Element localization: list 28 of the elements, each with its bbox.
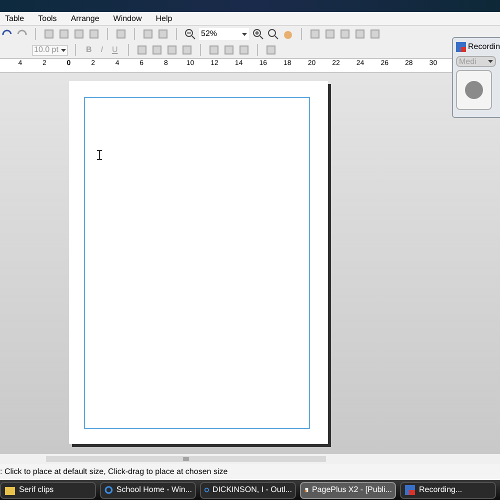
recorder-icon bbox=[456, 42, 466, 52]
status-text: : Click to place at default size, Click-drag to place at chosen size bbox=[0, 466, 228, 478]
menu-item[interactable]: Tools bbox=[38, 12, 57, 24]
search-icon[interactable] bbox=[267, 28, 279, 40]
menu-item[interactable]: Arrange bbox=[70, 12, 100, 24]
caret-icon bbox=[242, 32, 247, 36]
record-button[interactable] bbox=[456, 70, 492, 110]
taskbar-button[interactable]: Recording... bbox=[400, 482, 496, 498]
browser-icon bbox=[104, 484, 114, 496]
zoom-field[interactable]: 52% bbox=[199, 28, 249, 40]
menu-item[interactable]: Help bbox=[156, 12, 172, 24]
recorder-icon bbox=[404, 484, 416, 496]
grip-icon bbox=[183, 457, 189, 461]
menu-item[interactable]: Window bbox=[113, 12, 142, 24]
taskbar-button[interactable]: Serif clips bbox=[0, 482, 96, 498]
taskbar-button[interactable]: DICKINSON, I - Outl... bbox=[200, 482, 296, 498]
horizontal-scrollbar[interactable] bbox=[0, 454, 500, 464]
panel-title: Recordin bbox=[468, 41, 500, 53]
caret-icon bbox=[488, 60, 493, 63]
taskbar-button[interactable]: PagePlus X2 - [Publi... bbox=[300, 482, 396, 498]
zoom-out-icon[interactable] bbox=[184, 28, 196, 40]
caret-icon bbox=[61, 48, 66, 52]
text-cursor-icon bbox=[97, 150, 102, 160]
folder-icon bbox=[4, 484, 16, 496]
zoom-in-icon[interactable] bbox=[252, 28, 264, 40]
menu-item[interactable]: Table bbox=[5, 12, 24, 24]
taskbar-button[interactable]: School Home - Win... bbox=[100, 482, 196, 498]
record-icon bbox=[465, 81, 483, 99]
